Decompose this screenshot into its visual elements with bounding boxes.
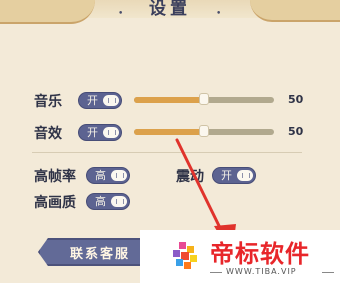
cube-logo-icon — [173, 242, 197, 269]
watermark-brand: 帝标软件 — [210, 240, 310, 268]
watermark-dash-right — [322, 272, 334, 273]
watermark-dash-left — [210, 272, 222, 273]
watermark-url: WWW.TIBA.VIP — [226, 267, 297, 276]
settings-panel: 设置 • • 音乐 开 50 音效 开 50 高帧率 高 震动 开 高画质 高 — [0, 0, 340, 283]
watermark: 帝标软件 WWW.TIBA.VIP — [140, 230, 340, 283]
